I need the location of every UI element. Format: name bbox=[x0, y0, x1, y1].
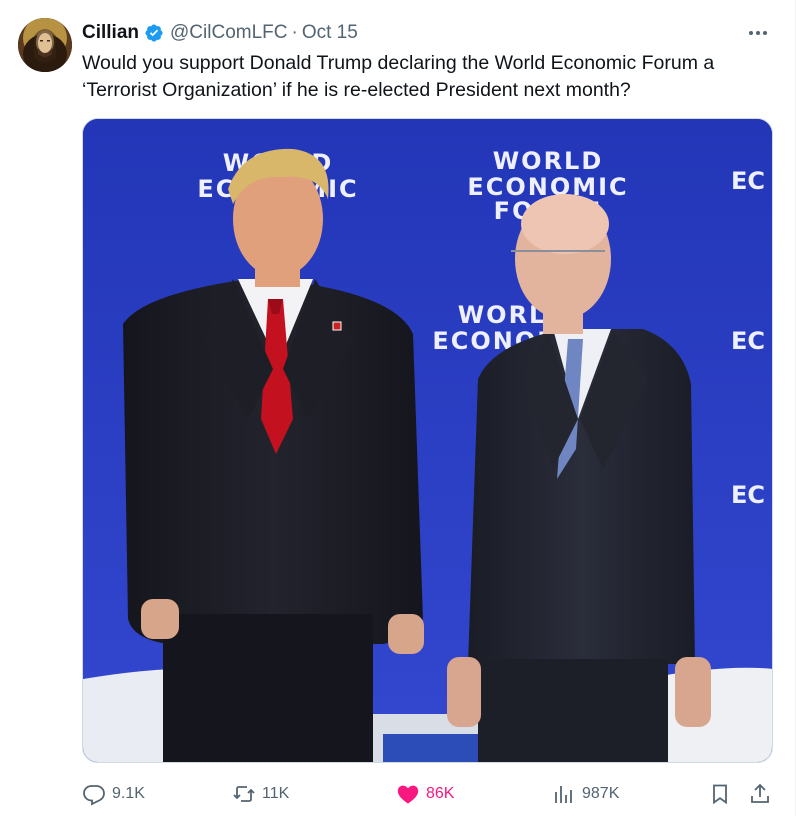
tweet-actions-bar: 9.1K 11K 86K 987K bbox=[82, 778, 774, 810]
photo-two-men-on-stage: WORLD ECONOMIC WORLD ECONOMIC FORUM EC E… bbox=[83, 119, 772, 762]
tweet-text-line-2: ‘Terrorist Organization’ if he is re-ele… bbox=[82, 79, 631, 101]
tweet-date[interactable]: Oct 15 bbox=[302, 22, 358, 44]
analytics-bars-icon bbox=[555, 786, 572, 803]
more-options-button[interactable] bbox=[743, 22, 773, 44]
avatar-image bbox=[18, 18, 72, 72]
tweet-text: Would you support Donald Trump declaring… bbox=[82, 50, 772, 104]
tweet-text-line-1: Would you support Donald Trump declaring… bbox=[82, 52, 715, 74]
separator-dot: · bbox=[291, 22, 298, 43]
tweet-photo[interactable]: WORLD ECONOMIC WORLD ECONOMIC FORUM EC E… bbox=[82, 118, 773, 763]
tweet-header: Cillian @CilComLFC · Oct 15 bbox=[82, 20, 358, 46]
heart-filled-icon bbox=[397, 785, 419, 804]
repost-count: 11K bbox=[262, 785, 290, 802]
backdrop-text-world-2: WORLD bbox=[493, 147, 604, 175]
repost-icon bbox=[233, 786, 255, 802]
author-handle[interactable]: @CilComLFC bbox=[170, 22, 287, 44]
like-button[interactable]: 86K bbox=[396, 778, 454, 810]
share-button[interactable] bbox=[748, 778, 772, 810]
avatar[interactable] bbox=[18, 18, 72, 72]
tweet-card[interactable]: Cillian @CilComLFC · Oct 15 Would you su… bbox=[0, 0, 796, 816]
bookmark-icon bbox=[713, 784, 727, 805]
bookmark-button[interactable] bbox=[708, 778, 732, 810]
backdrop-text-ec-1: EC bbox=[731, 167, 765, 195]
more-dots-icon bbox=[749, 31, 767, 35]
repost-button[interactable]: 11K bbox=[232, 778, 289, 810]
backdrop-text-ec-2: EC bbox=[731, 327, 765, 355]
reply-button[interactable]: 9.1K bbox=[82, 778, 145, 810]
views-button[interactable]: 987K bbox=[552, 778, 619, 810]
verified-badge-icon[interactable] bbox=[144, 23, 164, 43]
views-count: 987K bbox=[582, 785, 620, 802]
reply-count: 9.1K bbox=[112, 785, 145, 802]
reply-icon bbox=[83, 785, 105, 806]
backdrop-text-ec-3: EC bbox=[731, 481, 765, 509]
like-count: 86K bbox=[426, 785, 455, 802]
share-upload-icon bbox=[751, 783, 769, 803]
author-name[interactable]: Cillian bbox=[82, 22, 139, 44]
